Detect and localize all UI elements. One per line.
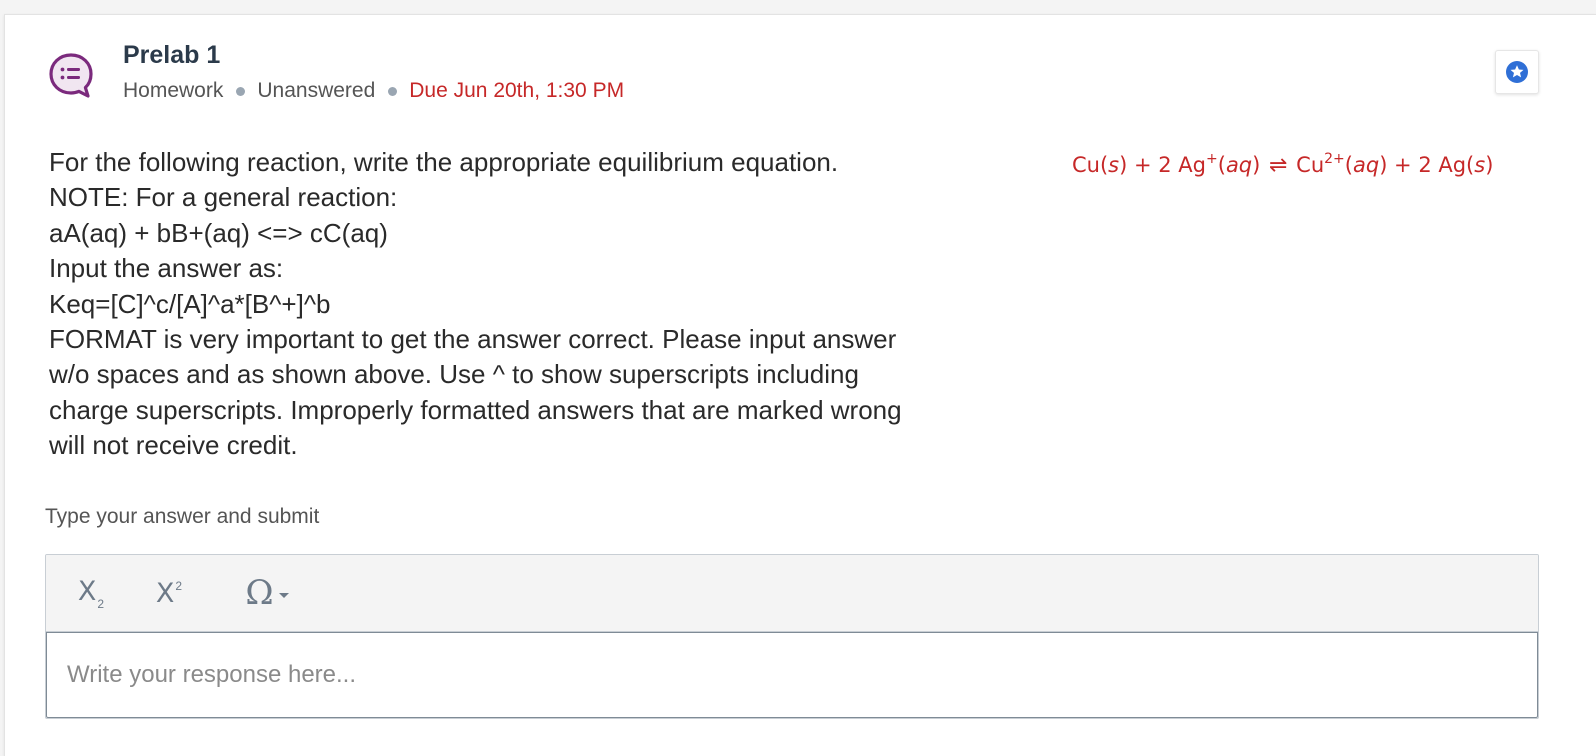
question-bubble-icon <box>49 53 93 98</box>
prompt-line: Input the answer as: <box>49 253 284 284</box>
caret-down-icon <box>278 592 289 598</box>
prompt-line: FORMAT is very important to get the answ… <box>49 324 897 355</box>
prompt-line: w/o spaces and as shown above. Use ^ to … <box>49 359 859 390</box>
editor-toolbar: X2 X2 Ω <box>46 555 1538 632</box>
equilibrium-arrows-icon: ⇌ <box>1269 153 1288 178</box>
special-character-dropdown[interactable]: Ω <box>232 571 302 615</box>
question-title: Prelab 1 <box>123 41 221 69</box>
question-prompt: For the following reaction, write the ap… <box>49 145 929 464</box>
star-button[interactable] <box>1495 50 1539 94</box>
response-input[interactable]: Write your response here... <box>46 632 1538 718</box>
prompt-line: For the following reaction, write the ap… <box>49 147 839 177</box>
separator-dot <box>236 86 246 96</box>
prompt-line: will not receive credit. <box>49 430 298 461</box>
prompt-line: charge superscripts. Improperly formatte… <box>49 394 902 425</box>
prompt-line: Keq=[C]^c/[A]^a*[B^+]^b <box>49 288 331 319</box>
reaction-equation: Cu(s) + 2 Ag+(aq) ⇌ Cu2+(aq) + 2 Ag(s) <box>1072 151 1494 178</box>
prompt-line: aA(aq) + bB+(aq) <=> cC(aq) <box>49 217 388 248</box>
answer-editor: X2 X2 Ω Write your response here... <box>45 554 1539 719</box>
separator-dot <box>388 86 398 96</box>
subscript-button[interactable]: X2 <box>64 571 118 615</box>
question-card: Prelab 1 Homework Unanswered Due Jun 20t… <box>4 14 1596 756</box>
omega-icon: Ω <box>245 573 274 613</box>
superscript-button[interactable]: X2 <box>142 571 196 615</box>
superscript-icon: X2 <box>155 577 183 609</box>
question-status: Unanswered <box>257 79 376 102</box>
prompt-line: NOTE: For a general reaction: <box>49 182 398 213</box>
star-icon <box>1506 61 1528 83</box>
question-meta: Homework Unanswered Due Jun 20th, 1:30 P… <box>123 79 624 103</box>
subscript-icon: X2 <box>77 575 105 611</box>
due-date: Due Jun 20th, 1:30 PM <box>409 79 625 102</box>
answer-label: Type your answer and submit <box>45 505 320 528</box>
question-type: Homework <box>123 79 224 102</box>
